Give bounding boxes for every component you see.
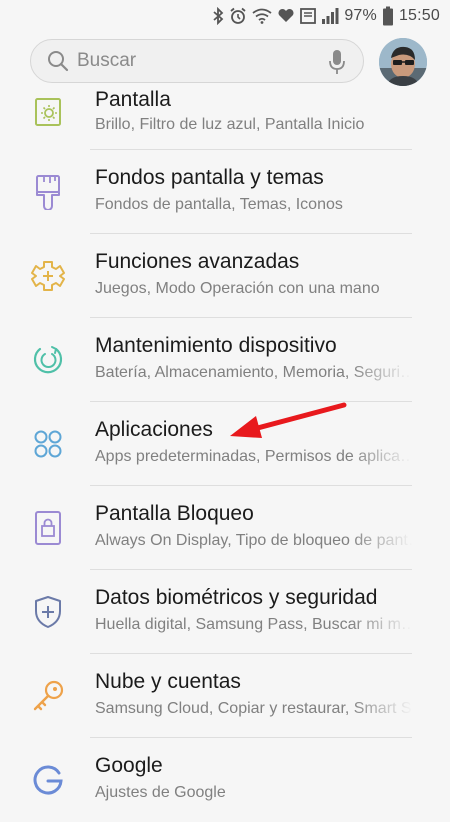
settings-item-title: Fondos pantalla y temas xyxy=(95,166,324,189)
settings-item-title: Pantalla Bloqueo xyxy=(95,502,254,525)
settings-item-google[interactable]: Google Ajustes de Google xyxy=(0,738,450,822)
settings-item-title: Pantalla xyxy=(95,88,171,111)
screenshot-icon xyxy=(300,7,317,25)
search-bar[interactable] xyxy=(30,39,364,83)
settings-item-title: Nube y cuentas xyxy=(95,670,241,693)
battery-icon xyxy=(382,6,394,26)
data-saver-icon xyxy=(277,7,295,25)
settings-item-subtitle: Samsung Cloud, Copiar y restaurar, Smart… xyxy=(95,700,413,717)
settings-item-title: Mantenimiento dispositivo xyxy=(95,334,337,357)
settings-item-subtitle: Brillo, Filtro de luz azul, Pantalla Ini… xyxy=(95,116,365,133)
google-g-icon xyxy=(28,760,68,800)
bluetooth-icon xyxy=(212,7,224,25)
settings-item-subtitle: Ajustes de Google xyxy=(95,784,226,801)
settings-item-funciones-avanzadas[interactable]: Funciones avanzadas Juegos, Modo Operaci… xyxy=(0,234,450,318)
status-bar: 97% 15:50 xyxy=(0,0,450,32)
alarm-icon xyxy=(229,7,247,25)
settings-item-title: Aplicaciones xyxy=(95,418,213,441)
search-input[interactable] xyxy=(75,49,319,73)
settings-item-title: Funciones avanzadas xyxy=(95,250,300,273)
settings-item-subtitle: Apps predeterminadas, Permisos de aplica… xyxy=(95,448,413,465)
signal-icon xyxy=(321,7,339,25)
annotation-arrow xyxy=(230,402,347,438)
settings-item-fondos[interactable]: Fondos pantalla y temas Fondos de pantal… xyxy=(0,150,450,234)
settings-item-mantenimiento[interactable]: Mantenimiento dispositivo Batería, Almac… xyxy=(0,318,450,402)
settings-item-biometricos[interactable]: Datos biométricos y seguridad Huella dig… xyxy=(0,570,450,654)
settings-item-pantalla-bloqueo[interactable]: Pantalla Bloqueo Always On Display, Tipo… xyxy=(0,486,450,570)
clock: 15:50 xyxy=(398,7,440,24)
display-settings-icon xyxy=(28,92,68,132)
settings-list: Pantalla Brillo, Filtro de luz azul, Pan… xyxy=(0,84,450,822)
settings-item-nube-cuentas[interactable]: Nube y cuentas Samsung Cloud, Copiar y r… xyxy=(0,654,450,738)
settings-item-subtitle: Batería, Almacenamiento, Memoria, Seguri… xyxy=(95,364,413,381)
shield-plus-icon xyxy=(28,592,68,632)
puzzle-gear-icon xyxy=(28,256,68,296)
settings-item-title: Google xyxy=(95,754,163,777)
lock-screen-icon xyxy=(28,508,68,548)
settings-item-subtitle: Fondos de pantalla, Temas, Iconos xyxy=(95,196,343,213)
paintbrush-icon xyxy=(28,172,68,212)
microphone-icon[interactable] xyxy=(325,49,349,75)
battery-percent: 97% xyxy=(344,7,377,24)
wifi-icon xyxy=(252,8,272,24)
device-care-icon xyxy=(28,340,68,380)
settings-item-subtitle: Always On Display, Tipo de bloqueo de pa… xyxy=(95,532,413,549)
apps-grid-icon xyxy=(28,424,68,464)
settings-item-title: Datos biométricos y seguridad xyxy=(95,586,378,609)
search-icon xyxy=(45,48,71,74)
avatar[interactable] xyxy=(379,38,427,86)
settings-item-pantalla[interactable]: Pantalla Brillo, Filtro de luz azul, Pan… xyxy=(0,84,450,150)
settings-item-subtitle: Juegos, Modo Operación con una mano xyxy=(95,280,380,297)
settings-item-subtitle: Huella digital, Samsung Pass, Buscar mi … xyxy=(95,616,413,633)
key-icon xyxy=(28,676,68,716)
